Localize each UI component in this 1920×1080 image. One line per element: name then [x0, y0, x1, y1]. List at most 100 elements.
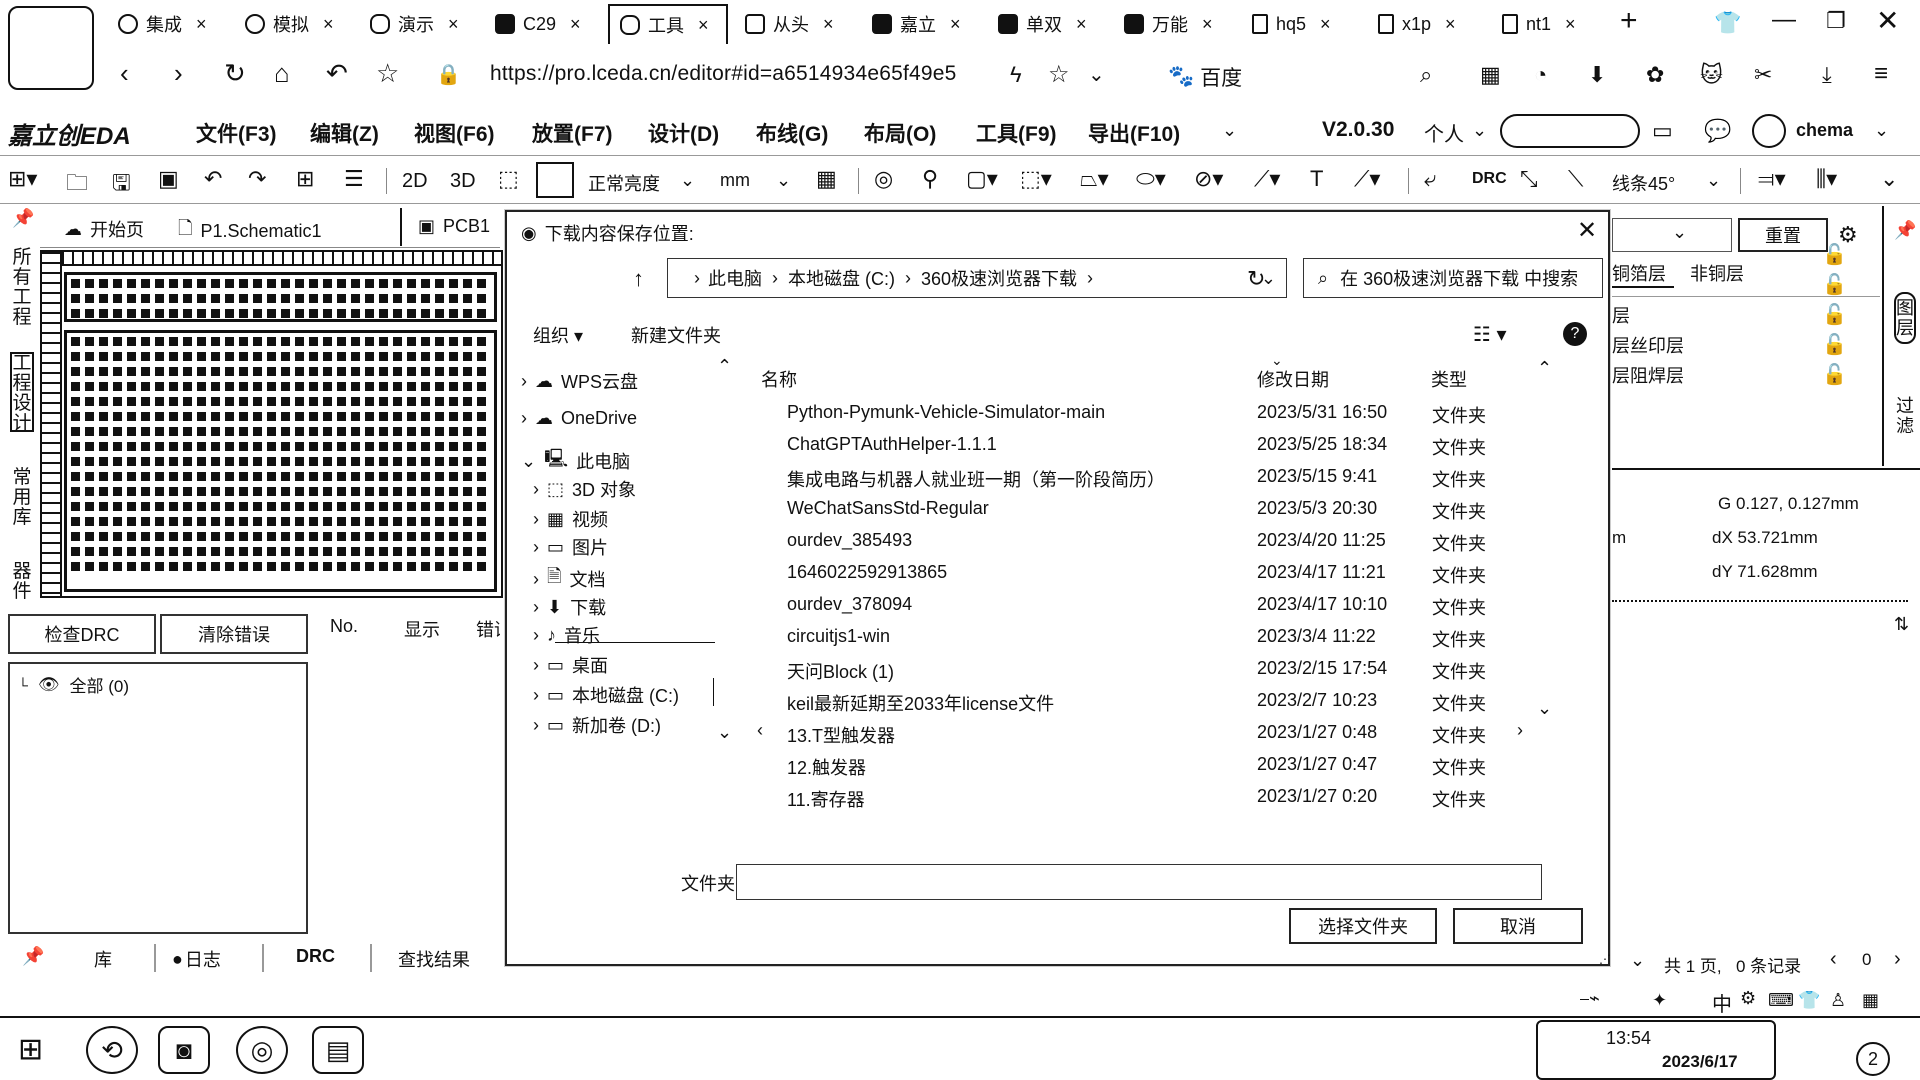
pin-icon[interactable]: 📌	[12, 208, 34, 229]
home-icon[interactable]: ⌂	[274, 58, 290, 89]
region-tool-icon[interactable]: ⬚▾	[1020, 166, 1052, 192]
search-box[interactable]: ⌕ 在 360极速浏览器下载 中搜索	[1303, 258, 1603, 298]
clear-errors-button[interactable]: 清除错误	[160, 614, 308, 654]
brightness-select[interactable]: 正常亮度	[588, 170, 660, 196]
vtab-project-design[interactable]: 工程设计	[10, 352, 34, 434]
view-options-icon[interactable]: ☷ ▾	[1473, 322, 1507, 347]
bookmark-star-icon[interactable]: ☆	[1048, 60, 1070, 89]
browser-menu-icon[interactable]: ≡	[1874, 60, 1888, 88]
dimension-tool-icon[interactable]: ⟋▾	[1354, 166, 1380, 192]
reset-button[interactable]: 重置	[1738, 218, 1828, 252]
pcb-canvas[interactable]	[40, 250, 503, 598]
notification-count-badge[interactable]: 2	[1856, 1042, 1890, 1076]
check-drc-button[interactable]: 检查DRC	[8, 614, 156, 654]
undo-icon[interactable]: ↶	[204, 166, 222, 192]
workspace-label[interactable]: 个人	[1424, 118, 1464, 147]
chevron-down-icon[interactable]: ⌄	[1874, 120, 1889, 141]
scissors-icon[interactable]: ✂	[1754, 62, 1772, 88]
column-no[interactable]: No.	[330, 616, 358, 637]
bottom-tab-library[interactable]: 库	[94, 946, 112, 972]
next-page-icon[interactable]: ›	[1894, 948, 1901, 971]
help-icon[interactable]: ?	[1563, 322, 1587, 346]
nav-item-downloads[interactable]: › ⬇ 下载	[533, 594, 606, 620]
nav-item-this-pc[interactable]: ⌄ 🖳 此电脑	[521, 446, 630, 476]
close-window-button[interactable]: ✕	[1876, 4, 1899, 37]
chevron-down-icon[interactable]: ⌄	[776, 170, 791, 191]
close-tab-icon[interactable]: ×	[1202, 14, 1213, 35]
close-tab-icon[interactable]: ×	[698, 15, 709, 36]
nav-item-desktop[interactable]: › ▭ 桌面	[533, 652, 608, 678]
nav-item-onedrive[interactable]: › ☁ OneDrive	[521, 408, 637, 429]
file-row[interactable]: ourdev_385493 2023/4/20 11:25 文件夹	[747, 526, 1577, 558]
nav-item-pictures[interactable]: › ▭ 图片	[533, 534, 608, 560]
close-tab-icon[interactable]: ×	[1565, 14, 1576, 35]
chevron-down-icon[interactable]: ⌄	[680, 170, 695, 191]
browser-tab-2[interactable]: 模拟 ×	[245, 4, 334, 44]
tray-keyboard-icon[interactable]: ⌨	[1768, 990, 1794, 1011]
browser-tab-5-active[interactable]: 工具 ×	[608, 4, 728, 44]
url-field[interactable]: https://pro.lceda.cn/editor#id=a6514934e…	[490, 62, 957, 86]
monitor-icon[interactable]: ▭	[1652, 118, 1673, 144]
reload-icon[interactable]: ↻	[224, 58, 246, 89]
close-tab-icon[interactable]: ×	[448, 14, 459, 35]
side-tab-layers[interactable]: 图层	[1894, 292, 1916, 344]
column-header-date[interactable]: 修改日期	[1257, 366, 1329, 392]
file-row[interactable]: keil最新延期至2033年license文件 2023/2/7 10:23 文件夹	[747, 686, 1577, 718]
nav-item-volume-d[interactable]: › ▭ 新加卷 (D:)	[533, 712, 661, 738]
scroll-up-icon[interactable]: ⌃	[1537, 358, 1552, 379]
view-3d-button[interactable]: 3D	[450, 170, 476, 193]
file-row[interactable]: 集成电路与机器人就业班一期（第一阶段简历） 2023/5/15 9:41 文件夹	[747, 462, 1577, 494]
scroll-right-icon[interactable]: ›	[1517, 720, 1523, 741]
browser-tab-1[interactable]: 集成 ×	[118, 4, 207, 44]
bottom-tab-log[interactable]: ● 日志	[172, 946, 221, 972]
file-row[interactable]: circuitjs1-win 2023/3/4 11:22 文件夹	[747, 622, 1577, 654]
menu-view[interactable]: 视图(F6)	[414, 118, 495, 148]
chatgpt-extension-icon[interactable]: ✿	[1646, 62, 1664, 88]
breadcrumb-item[interactable]: 360极速浏览器下载	[921, 265, 1077, 291]
vtab-components[interactable]: 器件	[10, 562, 34, 602]
line-tool-icon[interactable]: ⟋▾	[1254, 166, 1280, 192]
eye-icon[interactable]: 👁	[38, 675, 60, 695]
forward-icon[interactable]: ›	[174, 58, 183, 89]
column-error[interactable]: 错误	[476, 616, 500, 642]
bottom-tab-drc[interactable]: DRC	[296, 946, 335, 967]
clock-time[interactable]: 13:54	[1606, 1028, 1651, 1049]
close-tab-icon[interactable]: ×	[823, 14, 834, 35]
tab-copper-layers[interactable]: 铜箔层	[1612, 260, 1674, 288]
folder-input[interactable]	[736, 864, 1542, 900]
file-row[interactable]: ourdev_378094 2023/4/17 10:10 文件夹	[747, 590, 1577, 622]
menu-export[interactable]: 导出(F10)	[1088, 118, 1180, 148]
probe-icon[interactable]: ⚲	[922, 166, 938, 192]
search-engine[interactable]: 🐾 百度	[1168, 62, 1242, 92]
chevron-down-icon[interactable]: ⌄	[1672, 222, 1687, 243]
file-row[interactable]: 1646022592913865 2023/4/17 11:21 文件夹	[747, 558, 1577, 590]
download-circle-icon[interactable]: ⬇	[1588, 62, 1606, 88]
vtab-all-projects[interactable]: 所有工程	[10, 248, 34, 328]
route-angle-select[interactable]: 线条45°	[1612, 170, 1675, 196]
menu-tools[interactable]: 工具(F9)	[976, 118, 1057, 148]
rectangle-tool-icon[interactable]: ▢▾	[966, 166, 998, 192]
nav-item-3d-objects[interactable]: › ⬚ 3D 对象	[533, 476, 636, 502]
layer-row-top[interactable]: 层	[1612, 302, 1630, 328]
distribute-icon[interactable]: ⫼▾	[1816, 166, 1837, 192]
tray-network-icon[interactable]: ⎯⌁	[1580, 988, 1600, 1009]
prev-page-icon[interactable]: ‹	[1830, 948, 1837, 971]
breadcrumb-item[interactable]: 本地磁盘 (C:)	[788, 265, 895, 291]
text-tool-icon[interactable]: T	[1310, 166, 1323, 192]
pin-icon[interactable]: 📌	[1894, 220, 1916, 241]
zoom-area-icon[interactable]: ⬚	[498, 166, 519, 192]
tray-app-icon[interactable]: ✦	[1652, 990, 1667, 1011]
tray-settings-icon[interactable]: ⚙	[1740, 988, 1756, 1009]
grid-icon[interactable]: ▦	[816, 166, 837, 192]
save-all-icon[interactable]: ▣	[158, 166, 179, 192]
menu-place[interactable]: 放置(F7)	[532, 118, 613, 148]
taskbar-app-2-icon[interactable]: ◙	[158, 1026, 210, 1074]
close-tab-icon[interactable]: ×	[1445, 14, 1456, 35]
refresh-icon[interactable]: ↻	[1247, 266, 1265, 292]
apps-grid-icon[interactable]: ▦	[1480, 62, 1501, 88]
menu-layout[interactable]: 布局(O)	[864, 118, 936, 148]
diff-pair-icon[interactable]: ⟍	[1568, 166, 1583, 192]
tray-shirt-icon[interactable]: 👕	[1798, 990, 1820, 1011]
close-tab-icon[interactable]: ×	[1076, 14, 1087, 35]
nav-item-documents[interactable]: › 🗎 文档	[533, 564, 605, 594]
